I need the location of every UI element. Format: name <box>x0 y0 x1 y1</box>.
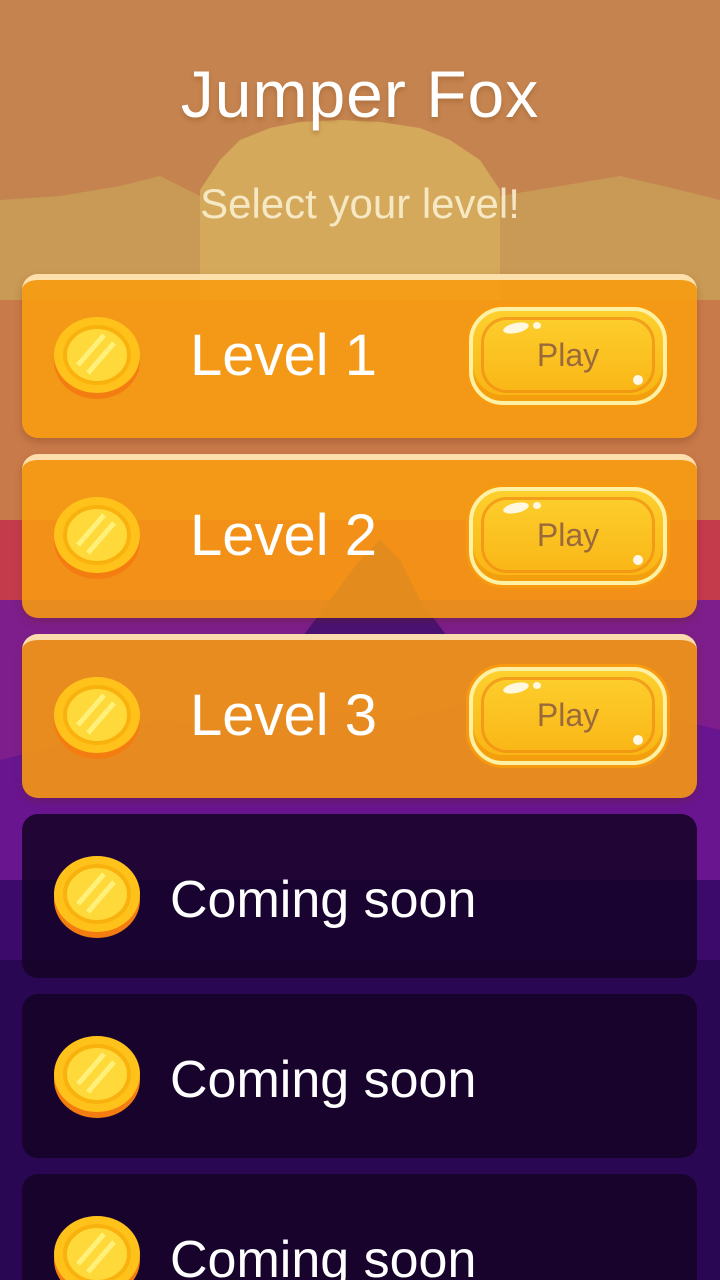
coming-soon-label: Coming soon <box>170 1051 477 1109</box>
level-label: Level 1 <box>190 323 378 388</box>
coin-icon <box>54 1036 140 1118</box>
play-button-level-3[interactable]: Play <box>469 667 667 765</box>
coin-icon <box>54 1216 140 1280</box>
coming-soon-label: Coming soon <box>170 1231 477 1280</box>
level-row-2: Level 2 Play <box>22 454 697 618</box>
level-row-3: Level 3 Play <box>22 634 697 798</box>
level-label: Level 3 <box>190 683 378 748</box>
locked-level-row: Coming soon <box>22 814 697 978</box>
coming-soon-label: Coming soon <box>170 871 477 929</box>
play-button-level-1[interactable]: Play <box>469 307 667 405</box>
play-button-label: Play <box>536 517 600 553</box>
play-button-label: Play <box>536 697 600 733</box>
subtitle: Select your level! <box>200 180 520 227</box>
level-label: Level 2 <box>190 503 378 568</box>
level-row-1: Level 1 Play <box>22 274 697 438</box>
coin-icon <box>54 497 140 579</box>
coin-icon <box>54 856 140 938</box>
locked-level-row: Coming soon <box>22 994 697 1158</box>
locked-level-row: Coming soon <box>22 1174 697 1280</box>
coin-icon <box>54 677 140 759</box>
play-button-label: Play <box>536 337 600 373</box>
coin-icon <box>54 317 140 399</box>
game-title: Jumper Fox <box>180 57 540 131</box>
play-button-level-2[interactable]: Play <box>469 487 667 585</box>
